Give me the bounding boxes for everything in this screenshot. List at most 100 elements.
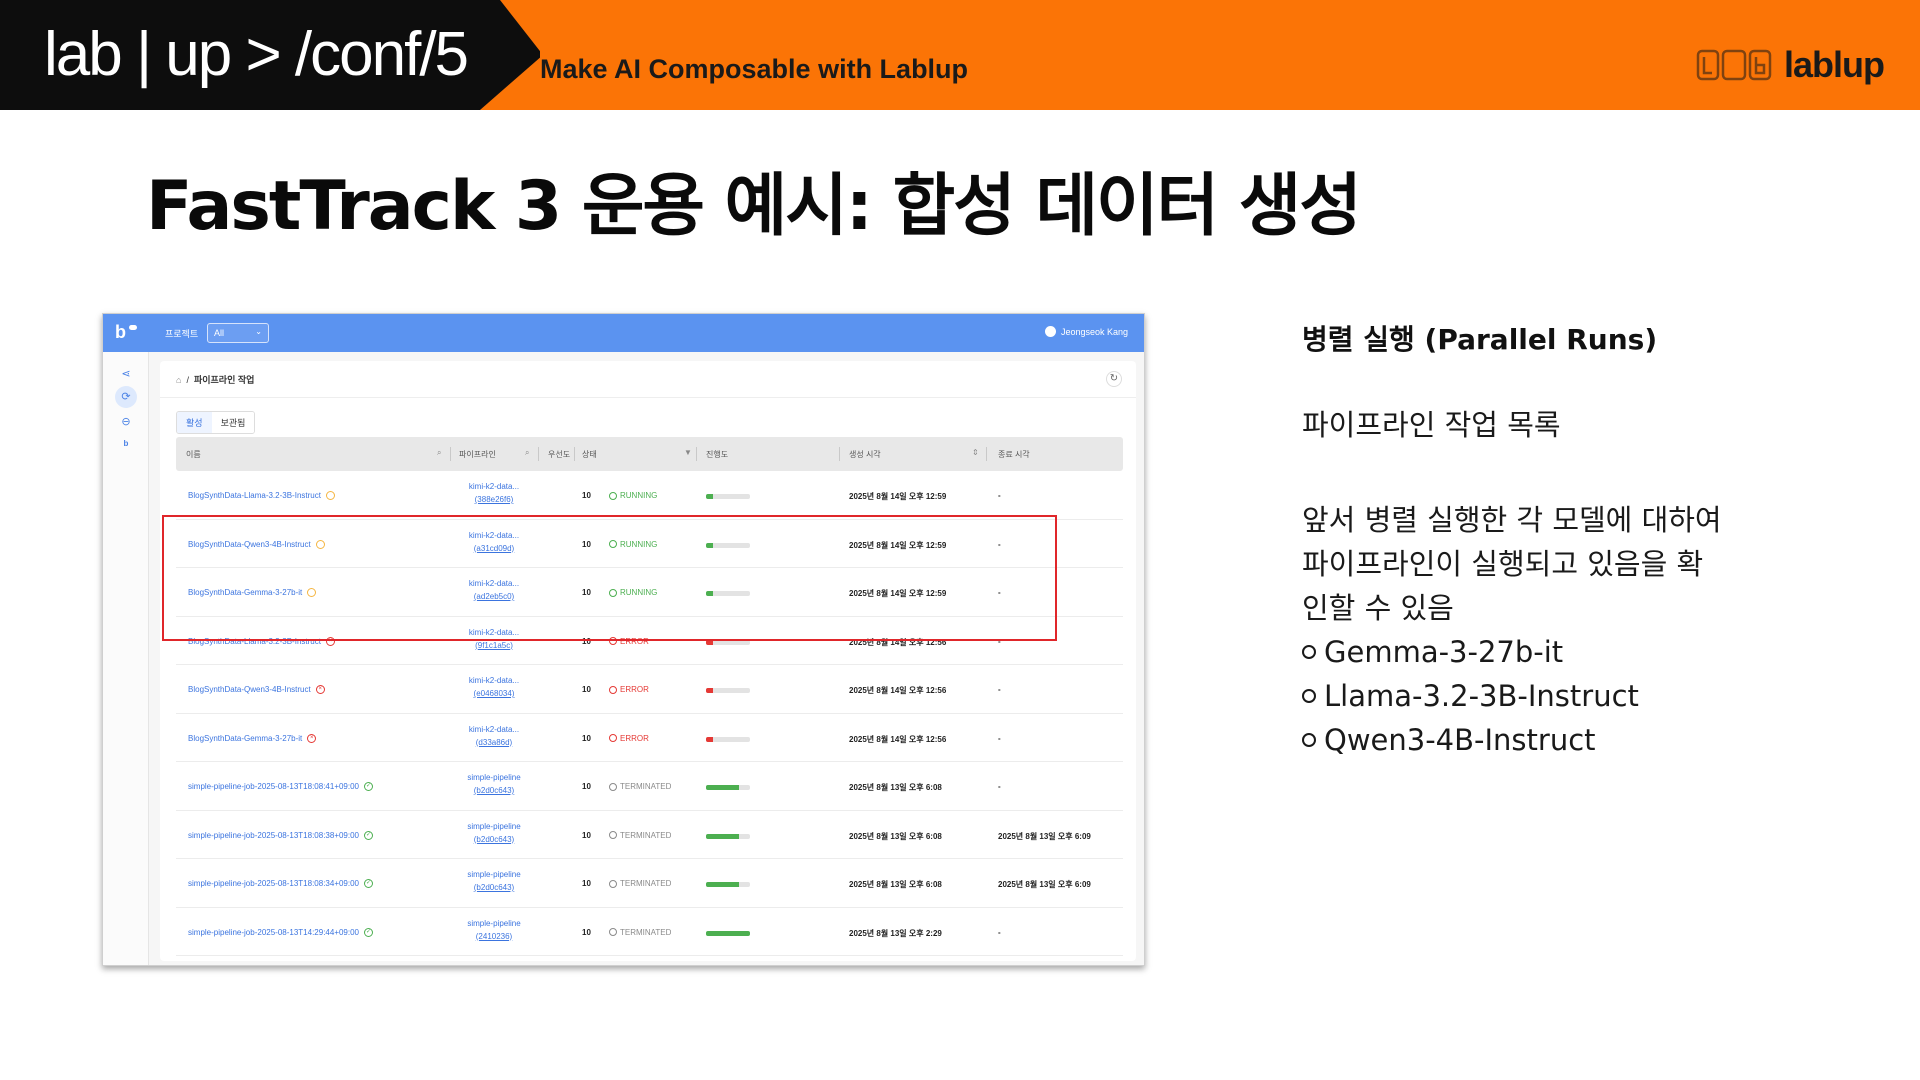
pipeline-id: (b2d0c643) [473, 883, 515, 892]
pipeline-name: kimi-k2-data... [468, 482, 520, 491]
pipeline-id: (d33a86d) [475, 737, 513, 747]
model-name: Llama-3.2-3B-Instruct [1324, 679, 1639, 713]
job-ended-at: 2025년 8월 13일 오후 6:09 [998, 880, 1091, 889]
chevron-down-icon: ⌄ [255, 327, 262, 336]
check-icon: ✓ [364, 879, 374, 888]
refresh-icon[interactable]: ↻ [1106, 371, 1122, 387]
job-name-link[interactable]: simple-pipeline-job-2025-08-13T14:29:44+… [188, 927, 374, 937]
pipeline-name: simple-pipeline [467, 870, 521, 879]
job-created-at: 2025년 8월 14일 오후 12:56 [849, 686, 947, 695]
pipeline-icon[interactable]: ⟳ [115, 386, 137, 408]
job-name-link[interactable]: simple-pipeline-job-2025-08-13T18:08:34+… [188, 879, 374, 888]
job-name: simple-pipeline-job-2025-08-13T18:08:38+… [188, 830, 360, 840]
col-created[interactable]: 생성 시각 [849, 449, 881, 460]
terminated-status-icon [609, 879, 617, 888]
pipeline-link[interactable]: simple-pipeline (2410236) [459, 917, 529, 943]
backend-logo-icon[interactable]: b [118, 436, 134, 452]
job-priority: 10 [582, 927, 591, 937]
breadcrumb: ⌂ / 파이프라인 작업 [176, 373, 254, 386]
terminated-status-icon [609, 831, 617, 839]
job-created-at: 2025년 8월 13일 오후 2:29 [849, 928, 942, 938]
conference-brand: lab | up > /conf/5 [44, 20, 469, 89]
job-ended-at: 2025년 8월 13일 오후 6:09 [998, 831, 1091, 841]
pipeline-name: kimi-k2-data... [468, 724, 520, 734]
error-icon: × [315, 685, 325, 694]
job-created-at: 2025년 8월 14일 오후 12:59 [849, 492, 947, 501]
col-priority[interactable]: 우선도 [548, 449, 570, 460]
link-icon[interactable]: ⊖ [118, 414, 134, 430]
job-ended-at: - [998, 685, 1001, 694]
col-divider [574, 447, 575, 461]
app-logo[interactable]: b [115, 322, 143, 344]
table-row: BlogSynthData-Gemma-3-27b-it × kimi-k2-dat… [176, 714, 1123, 762]
pipeline-link[interactable]: simple-pipeline (b2d0c643) [459, 868, 529, 894]
col-name[interactable]: 이름 [186, 449, 201, 460]
job-name-link[interactable]: BlogSynthData-Llama-3.2-3B-Instruct [188, 491, 335, 500]
job-name-link[interactable]: BlogSynthData-Gemma-3-27b-it × [188, 733, 317, 743]
breadcrumb-separator: / [186, 374, 189, 385]
job-name: BlogSynthData-Llama-3.2-3B-Instruct [188, 491, 321, 500]
search-icon[interactable]: ⌕ [525, 448, 529, 458]
job-created-at: 2025년 8월 13일 오후 6:08 [849, 831, 942, 841]
search-icon[interactable]: ⌕ [437, 448, 441, 458]
job-status-label: TERMINATED [620, 879, 672, 888]
share-icon[interactable]: ⋖ [118, 366, 134, 382]
bullet-ring-icon [1302, 689, 1316, 703]
check-icon: ✓ [364, 927, 374, 937]
col-divider [538, 447, 539, 461]
tab-archived[interactable]: 보관됨 [211, 412, 255, 433]
home-icon[interactable]: ⌂ [176, 375, 181, 385]
project-select-value: All [214, 328, 225, 338]
filter-icon[interactable]: ▼ [684, 448, 692, 457]
lablup-logo-mark-icon [1696, 49, 1772, 81]
pipeline-id: (b2d0c643) [473, 786, 515, 795]
app-topbar: b 프로젝트 All ⌄ Jeongseok Kang [103, 314, 1144, 352]
pipeline-link[interactable]: simple-pipeline (b2d0c643) [459, 771, 529, 797]
sort-icon[interactable]: ⇕ [972, 448, 979, 457]
pipeline-id: (2410236) [475, 931, 513, 941]
col-progress[interactable]: 진행도 [706, 449, 728, 460]
job-name-link[interactable]: simple-pipeline-job-2025-08-13T18:08:41+… [188, 782, 374, 791]
model-name: Qwen3-4B-Instruct [1324, 723, 1596, 757]
project-select[interactable]: All ⌄ [207, 323, 269, 343]
app-logo-dot [129, 325, 137, 330]
terminated-status-icon [609, 928, 617, 936]
job-ended-at: - [998, 927, 1001, 937]
pipeline-name: simple-pipeline [467, 918, 521, 928]
job-ended-at: - [998, 782, 1001, 791]
job-status: RUNNING [609, 491, 657, 500]
pipeline-link[interactable]: kimi-k2-data... (d33a86d) [459, 723, 529, 749]
error-status-icon [609, 685, 617, 694]
tab-active[interactable]: 활성 [177, 412, 212, 433]
job-name-link[interactable]: simple-pipeline-job-2025-08-13T18:08:38+… [188, 830, 374, 840]
job-priority: 10 [582, 733, 591, 743]
content-card: ⌂ / 파이프라인 작업 ↻ 활성 보관됨 이름 ⌕ 파이프라인 ⌕ 우선도 상… [160, 361, 1136, 961]
breadcrumb-current: 파이프라인 작업 [193, 375, 255, 385]
model-list-item: Qwen3-4B-Instruct [1302, 718, 1862, 762]
pipeline-link[interactable]: kimi-k2-data... (388e26f6) [459, 480, 529, 506]
job-status: TERMINATED [609, 782, 671, 791]
model-list: Gemma-3-27b-it Llama-3.2-3B-Instruct Qwe… [1302, 630, 1862, 762]
job-status: TERMINATED [609, 831, 671, 840]
job-name-link[interactable]: BlogSynthData-Qwen3-4B-Instruct × [188, 685, 325, 694]
running-jobs-highlight [162, 515, 1057, 641]
pipeline-link[interactable]: simple-pipeline (b2d0c643) [459, 820, 529, 846]
col-pipeline[interactable]: 파이프라인 [459, 449, 496, 460]
job-progress-fill [706, 785, 739, 790]
job-created-at: 2025년 8월 13일 오후 6:08 [849, 880, 942, 889]
lablup-logo: lablup [1696, 44, 1885, 86]
user-menu[interactable]: Jeongseok Kang [1044, 326, 1128, 337]
job-name: simple-pipeline-job-2025-08-13T18:08:34+… [188, 879, 360, 888]
job-status-label: RUNNING [620, 491, 658, 500]
col-ended[interactable]: 종료 시각 [998, 449, 1030, 460]
pipeline-id: (388e26f6) [474, 495, 514, 504]
col-status[interactable]: 상태 [582, 449, 597, 460]
job-progress-fill [706, 688, 713, 693]
job-progress-bar [706, 833, 750, 839]
slide-tagline: Make AI Composable with Lablup [540, 54, 969, 84]
job-ended-at: - [998, 491, 1001, 500]
job-priority: 10 [582, 685, 591, 694]
pipeline-link[interactable]: kimi-k2-data... (e0468034) [459, 674, 529, 700]
job-status-label: ERROR [620, 733, 649, 743]
job-priority: 10 [582, 830, 591, 840]
